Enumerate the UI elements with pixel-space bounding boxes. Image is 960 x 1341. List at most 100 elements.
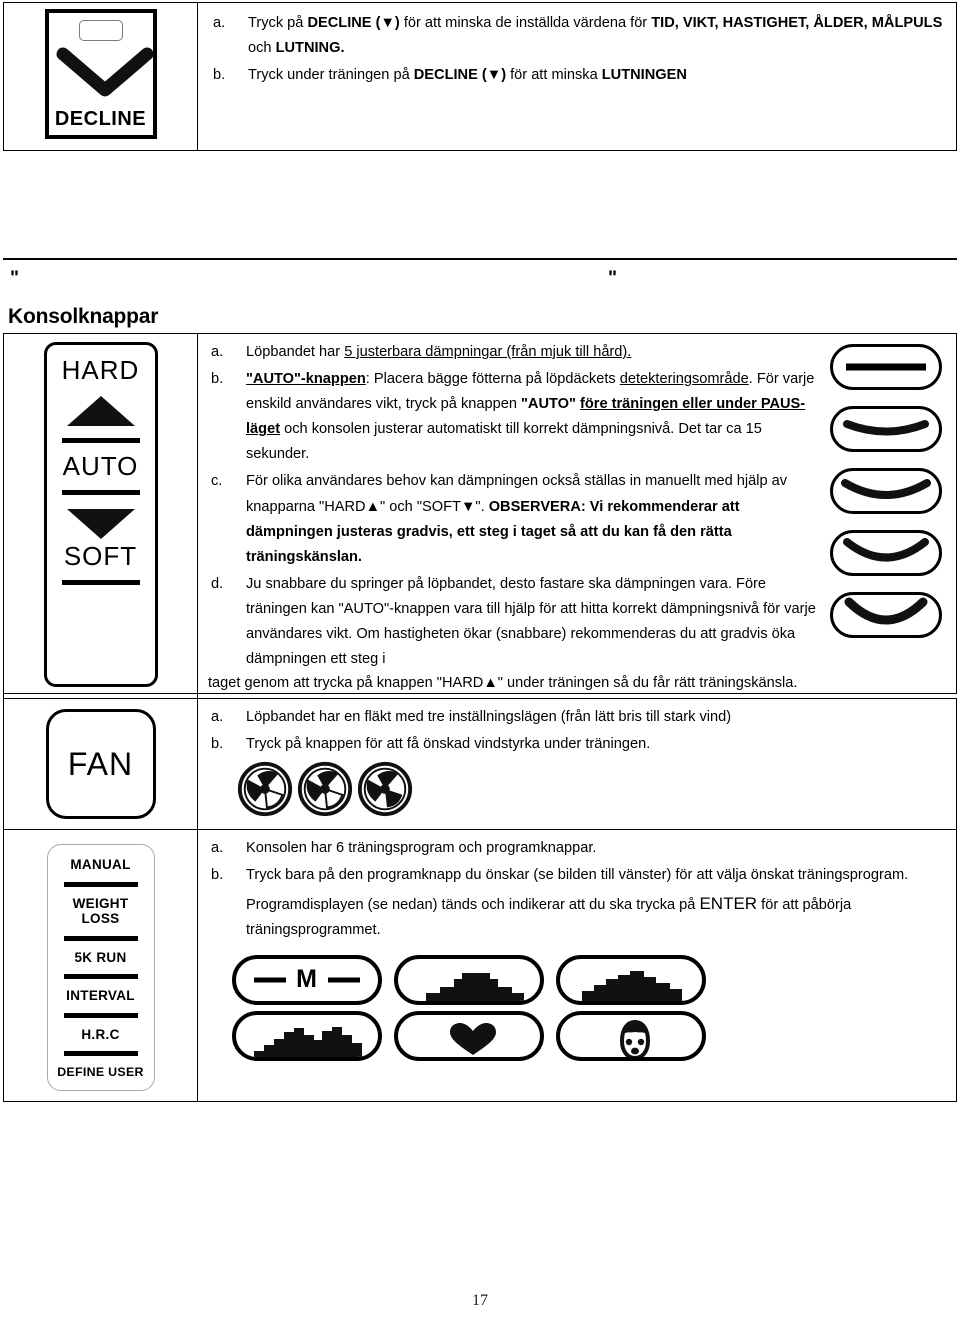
table-row: FAN a. Löpbandet har en fläkt med tre ins… [3, 698, 957, 831]
auto-label[interactable]: AUTO [63, 451, 139, 482]
decline-key-label: DECLINE [54, 108, 147, 130]
list-item-marker: d. [211, 575, 224, 592]
table-row: HARD AUTO SOFT a. Löpbandet har 5 justerb… [3, 333, 957, 694]
quote-mark-right: " [608, 268, 618, 289]
page-title: Konsolknappar [8, 305, 159, 328]
program-instruction-list: a. Konsolen har 6 träningsprogram och pro… [208, 836, 948, 943]
table-row: DECLINE a. Tryck på DECLINE (▼) för att m… [3, 2, 957, 151]
twin-peak-profile-icon [254, 1026, 362, 1057]
fan-speed-icons [236, 760, 948, 818]
list-item-text: Ju snabbare du springer på löpbandet, de… [246, 575, 816, 668]
list-item-text: För olika användares behov kan dämpninge… [246, 473, 788, 565]
list-item: a. Tryck på DECLINE (▼) för att minska de… [210, 11, 946, 61]
list-item: b. Tryck bara på den programknapp du önsk… [208, 863, 948, 942]
list-item-marker: a. [213, 15, 226, 31]
soft-label: SOFT [63, 541, 138, 571]
list-item-text: Löpbandet har 5 justerbara dämpningar (f… [246, 344, 632, 360]
program-key-label[interactable]: DEFINE USER [57, 1065, 144, 1079]
list-item: b. Tryck på knappen för att få önskad vin… [208, 732, 948, 757]
program-hrc-button[interactable] [394, 1010, 544, 1061]
program-user-button[interactable] [556, 1010, 706, 1061]
list-item: b. "AUTO"-knappen: Placera bägge fötterna… [208, 367, 820, 467]
fan-speed-2-icon [297, 761, 353, 816]
manual-page: DECLINE a. Tryck på DECLINE (▼) för att m… [0, 0, 960, 1341]
key-separator [61, 438, 140, 443]
program-icon-grid: M [232, 954, 948, 1061]
chevron-down-icon [49, 46, 153, 102]
list-item: a. Löpbandet har 5 justerbara dämpningar … [208, 340, 820, 365]
hard-label: HARD [61, 355, 140, 385]
cushion-level-2-icon [830, 406, 942, 452]
list-item-marker: c. [211, 473, 223, 490]
decline-key-cell: DECLINE [3, 2, 198, 151]
fan-key-label: FAN [67, 745, 134, 782]
table-row: MANUAL WEIGHT LOSS 5K RUN INTERVAL H.R.C DEFIN… [3, 829, 957, 1102]
list-item-text: Tryck på DECLINE (▼) för att minska de i… [248, 15, 943, 57]
key-separator [61, 580, 140, 585]
program-interval-button[interactable] [232, 1010, 382, 1061]
cushion-level-icons [830, 344, 942, 638]
list-item-marker: b. [211, 736, 224, 753]
program-key-label[interactable]: H.R.C [81, 1027, 119, 1043]
list-item-text: Tryck på knappen för att få önskad vinds… [246, 736, 651, 753]
cushion-level-4-icon [830, 530, 942, 576]
list-item-text: Löpbandet har en fläkt med tre inställni… [246, 709, 732, 726]
list-item: a. Löpbandet har en fläkt med tre inställ… [208, 705, 948, 730]
list-item: c. För olika användares behov kan dämpnin… [208, 469, 820, 569]
program-key-separator [63, 1051, 138, 1057]
program-key-separator [63, 1012, 138, 1018]
program-manual-button[interactable]: M [232, 954, 382, 1005]
quote-mark-left: " [10, 268, 20, 289]
dash-right-icon [328, 977, 360, 983]
cushion-instruction-list: a. Löpbandet har 5 justerbara dämpningar … [208, 340, 820, 672]
decline-text-cell: a. Tryck på DECLINE (▼) för att minska de… [197, 2, 957, 151]
list-item: a. Konsolen har 6 träningsprogram och pro… [208, 836, 948, 861]
list-item-marker: b. [211, 371, 224, 388]
cushion-level-3-icon [830, 468, 942, 514]
program-mountain-button[interactable] [556, 954, 706, 1005]
decline-button-graphic[interactable]: DECLINE [44, 9, 157, 139]
key-separator [61, 490, 140, 495]
fan-key-cell: FAN [3, 698, 198, 831]
list-item-marker: a. [211, 344, 224, 360]
fan-speed-1-icon [237, 761, 293, 816]
plateau-profile-icon [426, 972, 524, 1001]
cushion-button-graphic[interactable]: HARD AUTO SOFT [43, 342, 158, 687]
page-number: 17 [472, 1292, 488, 1309]
program-key-separator [63, 974, 138, 980]
list-item-marker: a. [211, 709, 224, 726]
cushion-key-cell: HARD AUTO SOFT [3, 333, 198, 694]
fan-instruction-list: a. Löpbandet har en fläkt med tre inställ… [208, 705, 948, 757]
flat-bar [846, 363, 926, 371]
program-button-strip[interactable]: MANUAL WEIGHT LOSS 5K RUN INTERVAL H.R.C DEFIN… [46, 844, 155, 1091]
cushion-level-5-soft-icon [830, 592, 942, 638]
program-key-label[interactable]: WEIGHT LOSS [73, 896, 129, 927]
program-text-cell: a. Konsolen har 6 träningsprogram och pro… [197, 829, 957, 1102]
list-item-text: Tryck under träningen på DECLINE (▼) för… [248, 67, 687, 84]
key-nub [78, 20, 123, 41]
program-key-label[interactable]: MANUAL [70, 857, 130, 873]
list-item: d. Ju snabbare du springer på löpbandet, … [208, 572, 820, 672]
fan-text-cell: a. Löpbandet har en fläkt med tre inställ… [197, 698, 957, 831]
cushion-level-1-flat-icon [830, 344, 942, 390]
decline-section-table: DECLINE a. Tryck på DECLINE (▼) för att m… [3, 2, 957, 151]
fan-button-graphic[interactable]: FAN [45, 709, 156, 820]
program-key-separator [63, 881, 138, 887]
user-face-icon [619, 1019, 651, 1057]
list-item: b. Tryck under träningen på DECLINE (▼) f… [210, 63, 946, 88]
triangle-up-icon[interactable] [66, 396, 135, 426]
program-key-label[interactable]: INTERVAL [66, 988, 135, 1004]
stepped-peak-profile-icon [582, 970, 682, 1001]
triangle-down-icon[interactable] [66, 509, 135, 539]
program-key-separator [63, 935, 138, 941]
program-hill-button[interactable] [394, 954, 544, 1005]
decline-instruction-list: a. Tryck på DECLINE (▼) för att minska de… [210, 11, 946, 88]
list-item-text: Konsolen har 6 träningsprogram och progr… [246, 840, 597, 857]
heart-icon [450, 1022, 496, 1055]
cushion-text-cell: a. Löpbandet har 5 justerbara dämpningar … [197, 333, 957, 694]
list-item-text: "AUTO"-knappen: Placera bägge fötterna p… [246, 371, 815, 463]
list-item-marker: b. [211, 867, 224, 884]
list-item-marker: a. [211, 840, 224, 857]
list-item-marker: b. [213, 67, 226, 84]
program-key-label[interactable]: 5K RUN [74, 950, 126, 966]
